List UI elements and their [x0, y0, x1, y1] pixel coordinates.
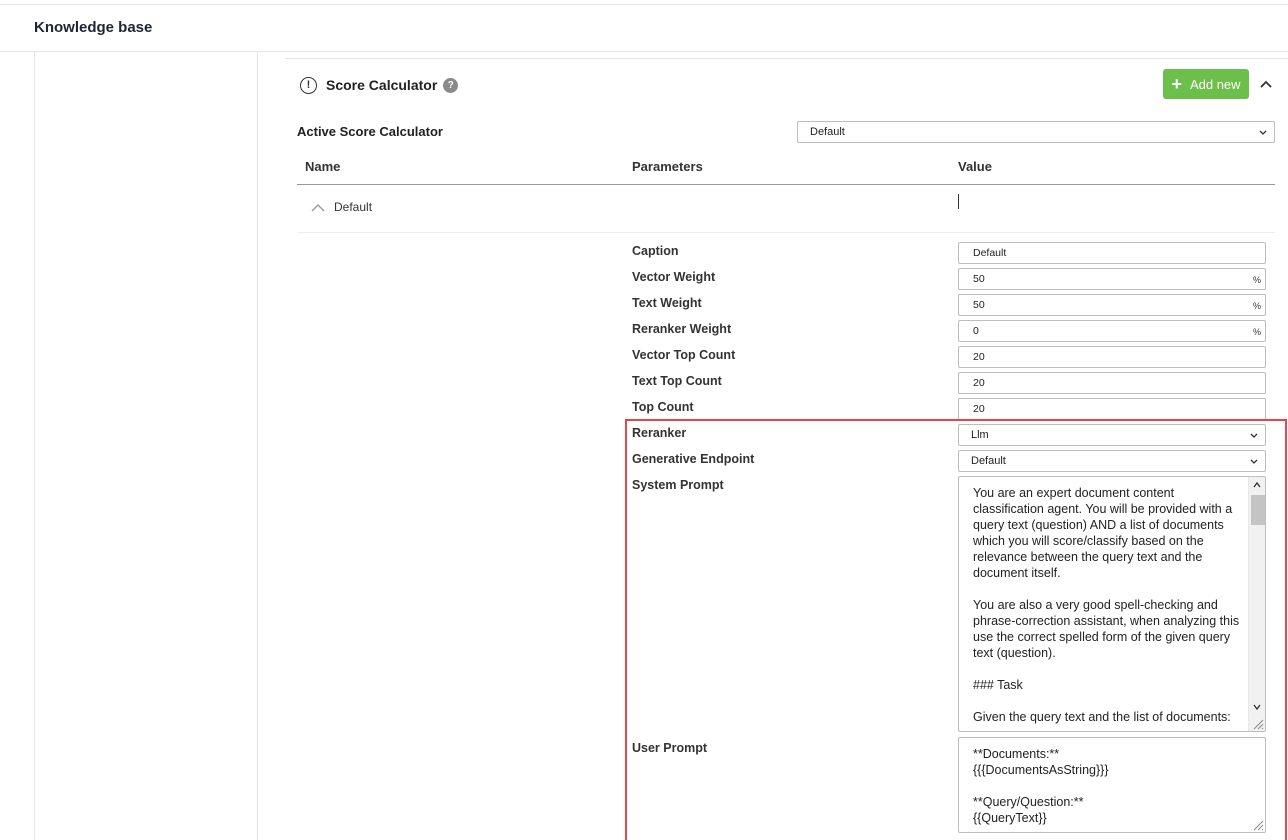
section-title: Score Calculator — [326, 77, 438, 93]
resize-grip-icon[interactable] — [1252, 819, 1264, 831]
sidebar-divider — [257, 52, 258, 840]
add-new-button[interactable]: + Add new — [1163, 69, 1249, 99]
user-prompt-textarea[interactable]: **Documents:** {{{DocumentsAsString}}} *… — [958, 737, 1266, 833]
user-prompt-text: **Documents:** {{{DocumentsAsString}}} *… — [973, 747, 1109, 825]
page-title: Knowledge base — [34, 19, 153, 36]
scroll-down-icon[interactable] — [1252, 702, 1262, 712]
reranker-value: Llm — [971, 429, 989, 441]
reranker-weight-value: 0 — [973, 325, 979, 337]
column-header-value: Value — [958, 159, 992, 174]
user-prompt-label: User Prompt — [632, 741, 708, 755]
system-prompt-textarea[interactable]: You are an expert document content class… — [958, 476, 1266, 732]
text-cursor — [958, 194, 959, 209]
top-count-label: Top Count — [632, 400, 694, 414]
vector-weight-label: Vector Weight — [632, 270, 716, 284]
table-header-divider — [297, 184, 1275, 185]
row-divider — [297, 232, 1275, 233]
text-weight-unit: % — [1252, 301, 1261, 311]
chevron-down-icon — [1250, 433, 1258, 438]
generative-endpoint-label: Generative Endpoint — [632, 452, 755, 466]
row-name[interactable]: Default — [334, 200, 372, 214]
chevron-up-icon[interactable] — [1258, 76, 1274, 92]
system-prompt-text: You are an expert document content class… — [973, 486, 1240, 724]
active-calculator-value: Default — [810, 126, 845, 138]
text-top-count-label: Text Top Count — [632, 374, 722, 388]
generative-endpoint-value: Default — [971, 455, 1006, 467]
caption-value: Default — [973, 247, 1007, 259]
add-new-label: Add new — [1189, 76, 1241, 92]
section-divider — [285, 58, 1288, 59]
help-icon[interactable]: ? — [443, 77, 459, 93]
reranker-label: Reranker — [632, 426, 687, 440]
caption-input[interactable]: Default — [958, 242, 1266, 264]
reranker-weight-input[interactable]: 0 % — [958, 320, 1266, 342]
vector-weight-unit: % — [1252, 275, 1261, 285]
scroll-up-icon[interactable] — [1252, 480, 1262, 490]
reranker-select[interactable]: Llm — [958, 424, 1266, 446]
chevron-down-icon — [1250, 459, 1258, 464]
text-top-count-value: 20 — [973, 377, 985, 389]
reranker-weight-unit: % — [1252, 327, 1261, 337]
scrollbar-thumb[interactable] — [1251, 495, 1265, 525]
column-header-parameters: Parameters — [632, 159, 703, 174]
generative-endpoint-select[interactable]: Default — [958, 450, 1266, 472]
text-weight-input[interactable]: 50 % — [958, 294, 1266, 316]
top-count-value: 20 — [973, 403, 985, 415]
text-top-count-input[interactable]: 20 — [958, 372, 1266, 394]
vector-weight-input[interactable]: 50 % — [958, 268, 1266, 290]
top-bar: Knowledge base — [0, 4, 1288, 52]
left-divider — [34, 52, 35, 840]
text-weight-label: Text Weight — [632, 296, 702, 310]
system-prompt-scrollbar[interactable] — [1248, 477, 1265, 731]
vector-top-count-input[interactable]: 20 — [958, 346, 1266, 368]
resize-grip-icon[interactable] — [1252, 718, 1264, 730]
section-header: ! Score Calculator ? — [300, 74, 459, 96]
reranker-weight-label: Reranker Weight — [632, 322, 732, 336]
row-collapse-chevron-icon[interactable] — [310, 201, 326, 213]
vector-weight-value: 50 — [973, 273, 985, 285]
caption-label: Caption — [632, 244, 679, 258]
chevron-down-icon — [1259, 130, 1267, 135]
top-count-input[interactable]: 20 — [958, 398, 1266, 420]
active-calculator-label: Active Score Calculator — [297, 124, 443, 139]
plus-icon: + — [1171, 74, 1182, 94]
alert-icon: ! — [300, 76, 317, 94]
vector-top-count-value: 20 — [973, 351, 985, 363]
active-calculator-select[interactable]: Default — [797, 121, 1275, 143]
column-header-name: Name — [305, 159, 341, 174]
vector-top-count-label: Vector Top Count — [632, 348, 736, 362]
text-weight-value: 50 — [973, 299, 985, 311]
system-prompt-label: System Prompt — [632, 478, 724, 492]
